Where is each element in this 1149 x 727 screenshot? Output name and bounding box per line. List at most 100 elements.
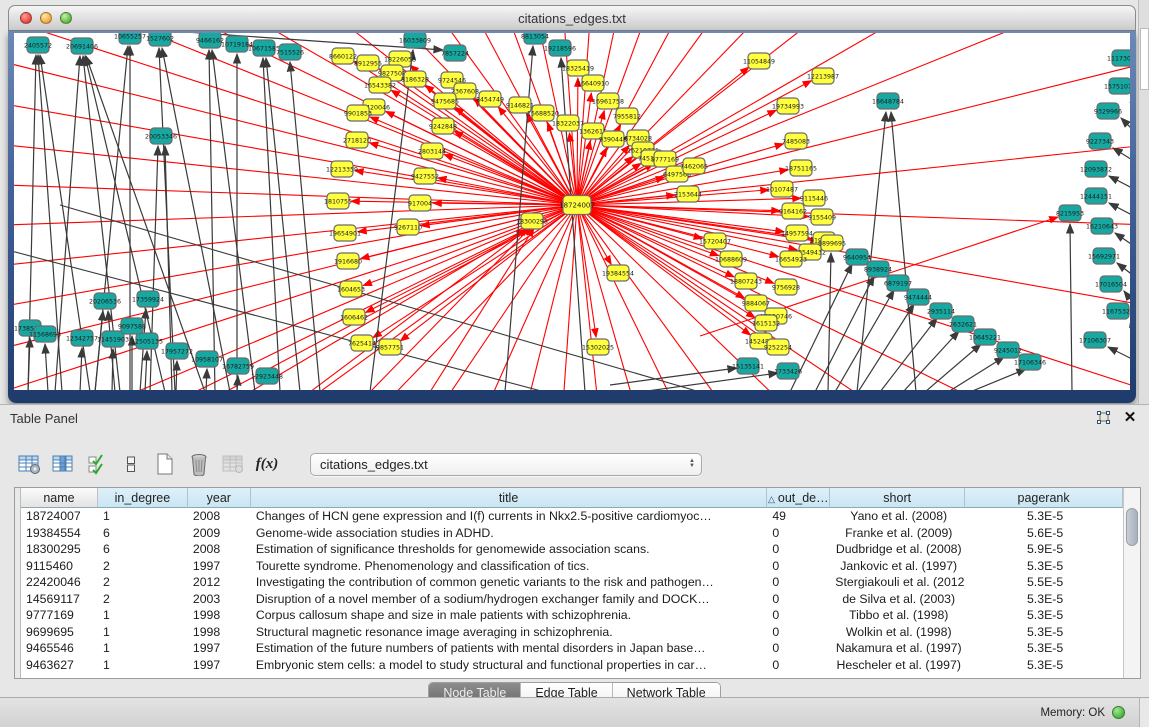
scrollbar-thumb[interactable]: [1126, 508, 1138, 546]
column-visibility-icon[interactable]: [50, 451, 76, 477]
svg-text:15720407: 15720407: [699, 238, 731, 245]
column-header-out-de-[interactable]: △out_de…: [767, 488, 830, 508]
table-cell: 0: [767, 641, 830, 655]
network-canvas[interactable]: 2405572206914061065525715276029466162107…: [14, 33, 1130, 390]
table-cell: 2012: [188, 575, 251, 589]
table-row[interactable]: 1830029562008Estimation of significance …: [21, 541, 1123, 558]
table-cell: 1997: [188, 559, 251, 573]
table-row[interactable]: 946554611997Estimation of the future num…: [21, 640, 1123, 657]
table-header-row: namein_degreeyeartitle△out_de…shortpager…: [21, 488, 1123, 508]
svg-text:15302025: 15302025: [582, 344, 614, 351]
table-cell: 5.5E-5: [965, 575, 1123, 589]
svg-text:8186328: 8186328: [401, 76, 429, 83]
network-view-window: citations_edges.txt 24055722069140610655…: [8, 5, 1136, 403]
table-cell: Corpus callosum shape and size in male p…: [251, 608, 768, 622]
new-table-icon[interactable]: [152, 451, 178, 477]
table-cell: 5.3E-5: [965, 509, 1123, 523]
table-cell: Structural magnetic resonance image aver…: [251, 625, 768, 639]
citation-network-graph[interactable]: 2405572206914061065525715276029466162107…: [14, 33, 1130, 390]
table-row[interactable]: 1938455462009Genome-wide association stu…: [21, 525, 1123, 542]
svg-text:15692971: 15692971: [1088, 253, 1120, 260]
table-cell: de Silva et al. (2003): [830, 592, 965, 606]
table-cell: Jankovic et al. (1997): [830, 559, 965, 573]
svg-text:9267110: 9267110: [394, 224, 422, 231]
table-cell: 9777169: [21, 608, 98, 622]
table-select-dropdown[interactable]: citations_edges.txt ▲▼: [310, 453, 702, 476]
table-row[interactable]: 977716911998Corpus callosum shape and si…: [21, 607, 1123, 624]
svg-text:7857224: 7857224: [441, 50, 469, 57]
svg-text:10655257: 10655257: [114, 33, 146, 40]
status-bar: Memory: OK: [0, 697, 1149, 727]
svg-text:18300295: 18300295: [516, 218, 548, 225]
column-header-name[interactable]: name: [21, 488, 98, 508]
delete-table-icon[interactable]: [186, 451, 212, 477]
column-header-year[interactable]: year: [188, 488, 251, 508]
column-header-pagerank[interactable]: pagerank: [965, 488, 1123, 508]
table-panel-title: Table Panel: [10, 411, 78, 426]
table-cell: 0: [767, 608, 830, 622]
row-stack-icon[interactable]: [118, 451, 144, 477]
svg-text:16210643: 16210643: [1086, 223, 1118, 230]
svg-text:9901853: 9901853: [344, 110, 372, 117]
table-cell: 5.3E-5: [965, 608, 1123, 622]
table-row[interactable]: 1872400712008Changes of HCN gene express…: [21, 508, 1123, 525]
table-row[interactable]: 911546021997Tourette syndrome. Phenomeno…: [21, 558, 1123, 575]
svg-text:18724007: 18724007: [559, 201, 595, 209]
function-builder-icon[interactable]: f(x): [254, 451, 280, 477]
svg-text:7955812: 7955812: [613, 113, 641, 120]
svg-text:1810755: 1810755: [324, 198, 352, 205]
table-row[interactable]: 946362711997Embryonic stem cells: a mode…: [21, 657, 1123, 674]
table-cell: 0: [767, 592, 830, 606]
svg-text:14957594: 14957594: [781, 230, 813, 237]
table-cell: 1998: [188, 608, 251, 622]
table-cell: 1: [98, 625, 188, 639]
svg-text:16961758: 16961758: [592, 98, 624, 105]
table-cell: 2008: [188, 509, 251, 523]
table-cell: 5.3E-5: [965, 641, 1123, 655]
svg-text:2153644: 2153644: [674, 191, 702, 198]
import-table-disabled-icon[interactable]: [220, 451, 246, 477]
svg-text:9245012: 9245012: [994, 347, 1022, 354]
svg-text:8938924: 8938924: [864, 266, 892, 273]
column-header-short[interactable]: short: [830, 488, 965, 508]
svg-text:11173059: 11173059: [1107, 55, 1130, 62]
window-titlebar[interactable]: citations_edges.txt: [8, 5, 1136, 31]
svg-text:17106346: 17106346: [1014, 359, 1046, 366]
table-cell: 14569117: [21, 592, 98, 606]
svg-text:17106307: 17106307: [1079, 337, 1111, 344]
svg-text:20691406: 20691406: [66, 43, 98, 50]
svg-text:1606462: 1606462: [340, 314, 368, 321]
table-row[interactable]: 2242004622012Investigating the contribut…: [21, 574, 1123, 591]
table-cell: 5.3E-5: [965, 658, 1123, 672]
table-cell: 6: [98, 526, 188, 540]
table-vertical-scrollbar[interactable]: [1123, 488, 1140, 678]
column-header-title[interactable]: title: [251, 488, 768, 508]
svg-text:12923448: 12923448: [251, 373, 283, 380]
svg-text:18322037: 18322037: [552, 120, 584, 127]
svg-text:16648784: 16648784: [872, 98, 904, 105]
table-cell: Tibbo et al. (1998): [830, 608, 965, 622]
table-cell: 49: [767, 509, 830, 523]
select-mode-icon[interactable]: [84, 451, 110, 477]
memory-status-indicator: [1112, 706, 1125, 719]
svg-text:16640910: 16640910: [577, 80, 609, 87]
svg-text:9242848: 9242848: [429, 123, 457, 130]
svg-text:15751074: 15751074: [1104, 83, 1130, 90]
table-settings-icon[interactable]: [16, 451, 42, 477]
table-cell: Genome-wide association studies in ADHD.: [251, 526, 768, 540]
table-row[interactable]: 1456911722003Disruption of a novel membe…: [21, 591, 1123, 608]
column-header-in-degree[interactable]: in_degree: [98, 488, 188, 508]
svg-text:9899695: 9899695: [818, 240, 846, 247]
table-cell: Changes of HCN gene expression and I(f) …: [251, 509, 768, 523]
table-cell: 1: [98, 608, 188, 622]
svg-text:1733426: 1733426: [774, 368, 802, 375]
close-panel-icon[interactable]: ✕: [1121, 410, 1139, 426]
svg-text:9640954: 9640954: [843, 254, 871, 261]
svg-text:17957272: 17957272: [161, 348, 193, 355]
svg-text:1527602: 1527602: [146, 35, 174, 42]
table-row[interactable]: 969969511998Structural magnetic resonanc…: [21, 624, 1123, 641]
svg-text:2935114: 2935114: [927, 308, 955, 315]
float-panel-icon[interactable]: [1094, 410, 1112, 426]
svg-text:10958107: 10958107: [191, 356, 223, 363]
svg-text:15135141: 15135141: [732, 363, 764, 370]
